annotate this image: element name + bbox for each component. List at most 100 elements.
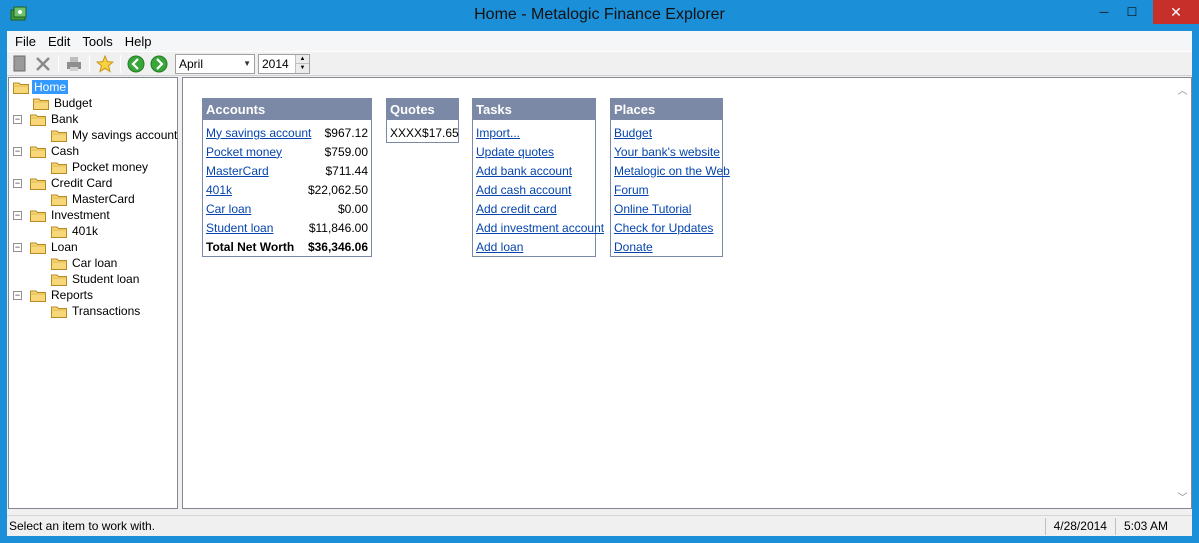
tree-item-label: Investment [51,208,110,222]
tree-item-investment[interactable]: − Investment [9,207,177,223]
place-link[interactable]: Donate [614,240,653,254]
account-link[interactable]: Pocket money [206,145,282,159]
tree-item-my-savings-account[interactable]: My savings account [9,127,177,143]
accounts-panel: Accounts My savings account $967.12 Pocket… [202,98,372,257]
favorite-star-icon[interactable] [95,54,115,74]
tree-item-bank[interactable]: − Bank [9,111,177,127]
place-row: Metalogic on the Web [614,161,730,180]
tree-item-pocket-money[interactable]: Pocket money [9,159,177,175]
year-stepper[interactable]: 2014 ▲ ▼ [258,53,310,74]
folder-icon [30,241,46,254]
tasks-panel-title: Tasks [473,99,595,120]
tree-item-cash[interactable]: − Cash [9,143,177,159]
place-link[interactable]: Metalogic on the Web [614,164,730,178]
delete-icon[interactable] [33,54,53,74]
tree-item-credit-card[interactable]: − Credit Card [9,175,177,191]
toolbar: April ▼ 2014 ▲ ▼ [7,51,1192,76]
client-area: File Edit Tools Help April ▼ 2014 ▲ ▼ Ho… [7,31,1192,536]
collapse-icon[interactable]: − [13,114,22,124]
folder-icon [13,81,29,94]
navigation-tree[interactable]: Home Budget − Bank My savings account − Cash Po… [8,77,178,509]
app-window: Home - Metalogic Finance Explorer ─ ☐ ✕ … [0,0,1199,543]
account-link[interactable]: My savings account [206,126,311,140]
account-link[interactable]: 401k [206,183,232,197]
close-button[interactable]: ✕ [1153,0,1199,24]
quote-symbol: XXXX [390,125,423,140]
account-link[interactable]: MasterCard [206,164,269,178]
task-link[interactable]: Add bank account [476,164,572,178]
collapse-icon[interactable]: − [13,146,22,156]
tree-item-401k[interactable]: 401k [9,223,177,239]
collapse-icon[interactable]: − [13,178,22,188]
folder-icon [51,225,67,238]
tree-item-budget[interactable]: Budget [9,95,177,111]
place-link[interactable]: Budget [614,126,652,140]
folder-icon [51,305,67,318]
minimize-button[interactable]: ─ [1090,0,1118,24]
tree-item-label: Car loan [72,256,118,270]
task-link[interactable]: Import... [476,126,520,140]
back-icon[interactable] [126,54,146,74]
vertical-scrollbar[interactable]: ︿ ﹀ [1174,78,1191,508]
task-link[interactable]: Add cash account [476,183,571,197]
window-title: Home - Metalogic Finance Explorer [474,6,725,23]
resize-grip-icon[interactable] [1176,518,1192,535]
account-balance: $11,846.00 [308,220,368,235]
place-link[interactable]: Check for Updates [614,221,713,235]
place-link[interactable]: Forum [614,183,649,197]
tree-item-mastercard[interactable]: MasterCard [9,191,177,207]
tree-item-transactions[interactable]: Transactions [9,303,177,319]
menu-bar: File Edit Tools Help [7,31,1192,51]
task-link[interactable]: Update quotes [476,145,554,159]
place-link[interactable]: Your bank's website [614,145,720,159]
maximize-button[interactable]: ☐ [1118,0,1146,24]
task-link[interactable]: Add loan [476,240,523,254]
menu-tools[interactable]: Tools [76,34,118,49]
tree-item-home[interactable]: Home [9,79,177,95]
folder-icon [51,257,67,270]
tree-item-label: Budget [54,96,93,110]
collapse-icon[interactable]: − [13,210,22,220]
scroll-down-icon[interactable]: ﹀ [1178,489,1188,504]
scroll-up-icon[interactable]: ︿ [1178,82,1188,97]
tree-item-label: Pocket money [72,160,149,174]
task-link[interactable]: Add investment account [476,221,604,235]
account-row: Student loan $11,846.00 [206,218,368,237]
task-row: Import... [476,123,592,142]
folder-icon [51,129,67,142]
toolbar-separator [89,54,90,73]
spin-up-icon[interactable]: ▲ [296,54,309,64]
month-select[interactable]: April ▼ [175,53,255,74]
place-link[interactable]: Online Tutorial [614,202,691,216]
places-panel: Places Budget Your bank's website Metalogi… [610,98,730,257]
task-row: Add cash account [476,180,592,199]
task-link[interactable]: Add credit card [476,202,557,216]
menu-help[interactable]: Help [119,34,158,49]
tree-item-label: Credit Card [51,176,113,190]
tree-item-label: 401k [72,224,99,238]
tree-item-loan[interactable]: − Loan [9,239,177,255]
task-row: Add loan [476,237,592,256]
tasks-panel: Tasks Import... Update quotes Add bank acc… [472,98,604,257]
account-row: MasterCard $711.44 [206,161,368,180]
folder-icon [30,289,46,302]
account-balance: $711.44 [325,163,369,178]
collapse-icon[interactable]: − [13,242,22,252]
tree-item-student-loan[interactable]: Student loan [9,271,177,287]
menu-file[interactable]: File [9,34,42,49]
print-icon[interactable] [64,54,84,74]
title-bar[interactable]: Home - Metalogic Finance Explorer ─ ☐ ✕ [7,0,1199,31]
new-icon[interactable] [10,54,30,74]
account-row: Car loan $0.00 [206,199,368,218]
menu-edit[interactable]: Edit [42,34,76,49]
tree-item-reports[interactable]: − Reports [9,287,177,303]
tree-item-car-loan[interactable]: Car loan [9,255,177,271]
collapse-icon[interactable]: − [13,290,22,300]
account-link[interactable]: Student loan [206,221,273,235]
toolbar-separator [120,54,121,73]
status-time: 5:03 AM [1114,517,1176,535]
spin-down-icon[interactable]: ▼ [296,64,309,73]
place-row: Your bank's website [614,142,720,161]
account-link[interactable]: Car loan [206,202,251,216]
forward-icon[interactable] [149,54,169,74]
